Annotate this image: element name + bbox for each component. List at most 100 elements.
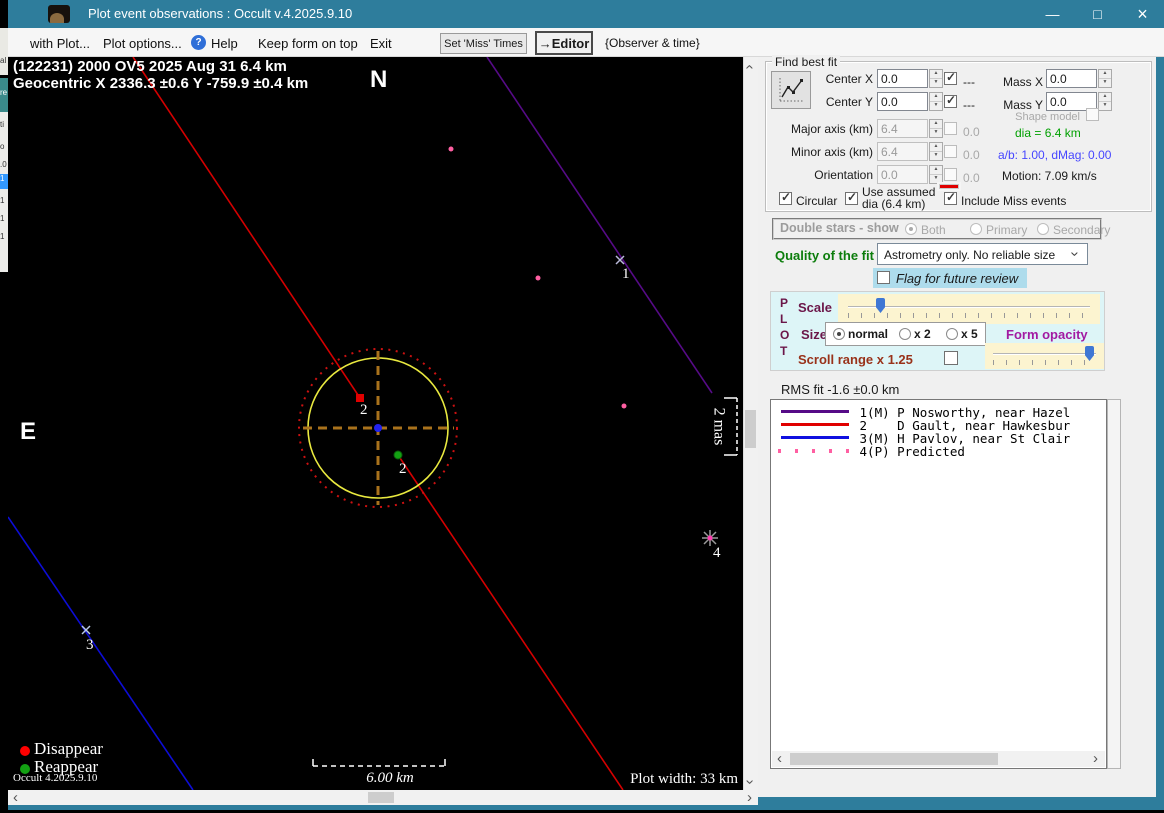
observer-scroll-left-arrow[interactable]: ‹	[777, 751, 782, 766]
predicted-dot	[535, 275, 541, 281]
spin-down-icon: ▼	[933, 175, 939, 181]
double-stars-title: Double stars - show	[780, 221, 899, 235]
center-y-label: Center Y	[825, 95, 873, 109]
center-y-spinner[interactable]: ▲ ▼	[929, 92, 943, 111]
plot-version-label: Occult 4.2025.9.10	[13, 772, 98, 784]
menu-item-keep-form-on-top[interactable]: Keep form on top	[258, 36, 358, 51]
menu-item-plot-options[interactable]: Plot options...	[103, 36, 182, 51]
close-button[interactable]: ×	[1120, 0, 1164, 28]
maximize-button[interactable]: □	[1075, 0, 1120, 28]
plot-header: (122231) 2000 OV5 2025 Aug 31 6.4 km Geo…	[13, 58, 308, 92]
observer-row[interactable]: 2 D Gault, near Hawkesbur	[772, 418, 1105, 433]
size-normal-radio[interactable]	[833, 328, 845, 340]
observer-list-vertical-scrollbar[interactable]	[1107, 399, 1121, 769]
center-x-input[interactable]: 0.0	[877, 69, 928, 88]
spin-down-icon[interactable]: ▼	[1099, 79, 1111, 87]
scroll-range-label: Scroll range x 1.25	[798, 352, 913, 367]
circular-label: Circular	[796, 194, 838, 208]
include-miss-checkbox[interactable]: ✓	[944, 190, 957, 205]
form-opacity-slider-thumb[interactable]	[1085, 346, 1094, 361]
plot-vertical-scroll-thumb[interactable]	[745, 410, 756, 448]
chord-1-label: 1	[622, 266, 630, 282]
predicted-star-center	[707, 535, 713, 541]
spin-up-icon: ▲	[930, 166, 942, 175]
chord-4-color-sample	[778, 449, 852, 453]
spin-down-icon[interactable]: ▼	[930, 79, 942, 87]
plot-letter-p: P	[780, 296, 789, 310]
size-x5-radio[interactable]	[946, 328, 958, 340]
mass-x-spinner[interactable]: ▲ ▼	[1098, 69, 1112, 88]
observer-scroll-right-arrow[interactable]: ›	[1093, 751, 1098, 766]
form-opacity-slider[interactable]	[985, 343, 1104, 369]
scale-label: Scale	[798, 300, 832, 315]
major-axis-input: 6.4	[877, 119, 928, 138]
flag-review-checkbox[interactable]	[877, 271, 890, 284]
sliver-fragment: al	[0, 56, 7, 65]
plot-horizontal-scroll-thumb[interactable]	[368, 792, 394, 803]
use-assumed-dia-checkbox[interactable]: ✓	[845, 190, 858, 205]
window-title: Plot event observations : Occult v.4.202…	[88, 6, 353, 21]
center-y-flag: ---	[963, 98, 975, 112]
center-x-checkbox[interactable]: ✓	[944, 70, 957, 85]
scale-slider[interactable]	[838, 294, 1100, 324]
chord-1-color-sample	[781, 410, 849, 413]
scroll-range-checkbox[interactable]	[944, 351, 958, 365]
spin-down-icon[interactable]: ▼	[1099, 102, 1111, 110]
chord-4-label: 4	[713, 545, 721, 561]
center-y-input[interactable]: 0.0	[877, 92, 928, 111]
dia-value-label: dia = 6.4 km	[1015, 126, 1081, 140]
menu-item-with-plot[interactable]: with Plot...	[30, 36, 90, 51]
scroll-left-arrow[interactable]: ‹	[13, 790, 18, 805]
sliver-fragment: re	[0, 88, 8, 97]
combo-arrow-icon[interactable]: ›	[1067, 252, 1084, 257]
observer-row[interactable]: 4(P) Predicted	[772, 444, 1105, 459]
observer-time-label: {Observer & time}	[605, 36, 700, 50]
spin-up-icon[interactable]: ▲	[1099, 70, 1111, 79]
spin-down-icon: ▼	[933, 129, 939, 135]
occult-app-icon	[48, 5, 70, 23]
plot-canvas[interactable]: 2 2 1 3 4	[8, 57, 743, 790]
quality-combobox[interactable]: Astrometry only. No reliable size ›	[877, 243, 1088, 265]
observer-row[interactable]: 1(M) P Nosworthy, near Hazel	[772, 405, 1105, 420]
chord-1-line	[486, 57, 713, 394]
form-opacity-slider-track[interactable]	[993, 353, 1096, 355]
chord-2-line-before	[132, 57, 361, 399]
disappear-legend-label: Disappear	[34, 739, 103, 758]
form-opacity-slider-ticks	[993, 360, 1096, 365]
scroll-down-arrow[interactable]: ‹	[741, 780, 758, 785]
observer-row[interactable]: 3(M) H Pavlov, near St Clair	[772, 431, 1105, 446]
menu-item-exit[interactable]: Exit	[370, 36, 392, 51]
spin-down-icon[interactable]: ▼	[930, 102, 942, 110]
size-normal-label: normal	[848, 327, 889, 341]
plot-letter-l: L	[780, 312, 788, 326]
spin-up-icon[interactable]: ▲	[930, 70, 942, 79]
sliver-fragment: 1	[0, 232, 5, 241]
spin-up-icon[interactable]: ▲	[930, 93, 942, 102]
minor-axis-flag: 0.0	[963, 148, 980, 162]
mass-x-input[interactable]: 0.0	[1046, 69, 1097, 88]
check-icon: ✓	[946, 190, 957, 204]
center-y-checkbox[interactable]: ✓	[944, 93, 957, 108]
set-miss-times-button[interactable]: Set 'Miss' Times	[440, 33, 527, 54]
scroll-right-arrow[interactable]: ›	[747, 790, 752, 805]
center-x-spinner[interactable]: ▲ ▼	[929, 69, 943, 88]
size-x2-radio[interactable]	[899, 328, 911, 340]
minimize-button[interactable]: —	[1030, 0, 1075, 28]
size-x2-label: x 2	[914, 327, 931, 341]
plot-header-line1: (122231) 2000 OV5 2025 Aug 31 6.4 km	[13, 58, 287, 75]
editor-button[interactable]: →Editor	[535, 31, 593, 55]
mass-y-spinner[interactable]: ▲ ▼	[1098, 92, 1112, 111]
double-stars-secondary-label: Secondary	[1053, 223, 1111, 237]
observer-scroll-thumb[interactable]	[790, 753, 998, 765]
double-stars-secondary-radio	[1037, 223, 1049, 235]
check-icon: ✓	[946, 93, 957, 107]
spin-up-icon[interactable]: ▲	[1099, 93, 1111, 102]
flag-review-label: Flag for future review	[896, 271, 1019, 286]
km-scale-label: 6.00 km	[366, 770, 414, 786]
menu-item-help[interactable]: Help	[211, 36, 238, 51]
circular-checkbox[interactable]: ✓	[779, 190, 792, 205]
compass-north-label: N	[370, 66, 388, 93]
orientation-label: Orientation	[814, 168, 873, 182]
scale-slider-thumb[interactable]	[876, 298, 885, 313]
scroll-up-arrow[interactable]: ‹	[742, 65, 759, 70]
